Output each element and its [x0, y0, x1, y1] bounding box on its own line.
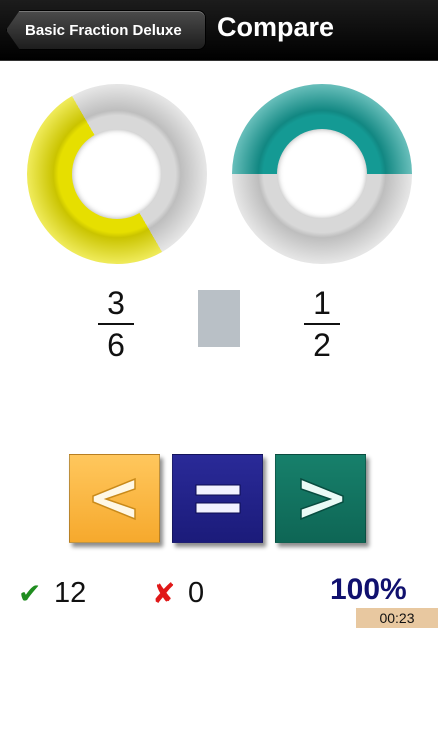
- score-percent: 100%: [330, 573, 407, 606]
- left-ring-hole: [72, 129, 162, 219]
- left-fraction-ring: [27, 84, 207, 264]
- equals-icon: [195, 484, 240, 513]
- less-than-icon: [91, 477, 136, 520]
- right-fraction: 1 2: [292, 285, 352, 363]
- equal-button[interactable]: [172, 454, 263, 543]
- timer: 00:23: [356, 608, 438, 628]
- right-numerator: 1: [313, 285, 331, 321]
- correct-count: 12: [54, 577, 87, 609]
- page-title: Compare: [217, 12, 335, 42]
- wrong-count: 0: [188, 577, 205, 609]
- right-denominator: 2: [313, 327, 331, 363]
- left-numerator: 3: [107, 285, 125, 321]
- answer-box: [198, 290, 240, 347]
- right-fraction-bar: [304, 323, 340, 325]
- left-fraction-bar: [98, 323, 134, 325]
- navigation-bar: Basic Fraction Deluxe Compare: [0, 0, 438, 61]
- back-button[interactable]: Basic Fraction Deluxe: [6, 10, 206, 50]
- left-fraction: 3 6: [86, 285, 146, 363]
- greater-than-icon: [299, 477, 344, 520]
- right-ring-hole: [277, 129, 367, 219]
- right-fraction-ring: [232, 84, 412, 264]
- greater-than-button[interactable]: [275, 454, 366, 543]
- cross-icon: ✘: [152, 578, 176, 609]
- less-than-button[interactable]: [69, 454, 160, 543]
- left-denominator: 6: [107, 327, 125, 363]
- back-button-label: Basic Fraction Deluxe: [25, 21, 182, 39]
- check-icon: ✔: [18, 578, 42, 609]
